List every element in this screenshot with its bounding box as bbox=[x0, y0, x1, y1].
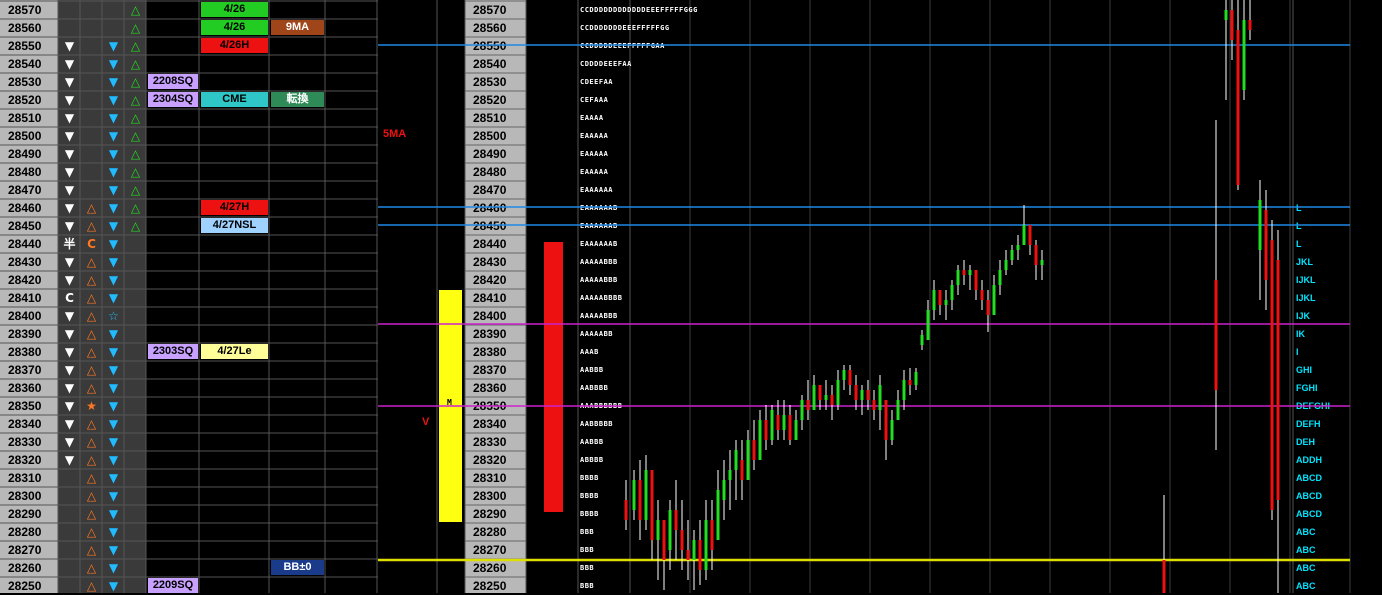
candle-body bbox=[800, 400, 804, 420]
candle-body bbox=[926, 310, 930, 340]
candle-body bbox=[686, 550, 690, 560]
candle-body bbox=[1264, 210, 1268, 280]
candle-body bbox=[1258, 200, 1262, 250]
candle-body bbox=[638, 480, 642, 520]
candle-body bbox=[776, 415, 780, 430]
candle-body bbox=[1034, 245, 1038, 265]
candle-body bbox=[968, 270, 972, 275]
candle-body bbox=[902, 380, 906, 400]
candle-body bbox=[848, 370, 852, 385]
candle-body bbox=[746, 440, 750, 480]
candle-body bbox=[998, 270, 1002, 285]
chart-overlay bbox=[378, 0, 1350, 593]
candle-body bbox=[692, 540, 696, 560]
candle-body bbox=[920, 335, 924, 345]
candle-body bbox=[704, 520, 708, 570]
candle-body bbox=[890, 420, 894, 440]
candle-body bbox=[866, 390, 870, 400]
candle-body bbox=[1022, 225, 1026, 245]
candle-body bbox=[1214, 280, 1218, 390]
candle-body bbox=[716, 490, 720, 540]
candle-body bbox=[842, 370, 846, 380]
candle-body bbox=[740, 460, 744, 480]
candle-body bbox=[794, 420, 798, 440]
candle-body bbox=[1016, 245, 1020, 250]
candle-body bbox=[674, 510, 678, 530]
candle-body bbox=[818, 385, 822, 400]
candle-body bbox=[656, 520, 660, 540]
candle-body bbox=[752, 440, 756, 460]
candle-body bbox=[624, 500, 628, 520]
candle-body bbox=[860, 390, 864, 400]
candle-body bbox=[836, 380, 840, 405]
candle-body bbox=[944, 300, 948, 305]
candle-body bbox=[1242, 20, 1246, 90]
candle-body bbox=[986, 300, 990, 315]
candle-body bbox=[878, 385, 882, 410]
candle-body bbox=[854, 385, 858, 400]
candle-body bbox=[872, 400, 876, 410]
candle-body bbox=[770, 410, 774, 440]
candle-body bbox=[896, 400, 900, 420]
candle-body bbox=[1224, 10, 1228, 20]
candle-body bbox=[764, 420, 768, 440]
candle-body bbox=[1040, 260, 1044, 265]
candle-body bbox=[1276, 260, 1280, 500]
candle-body bbox=[1010, 250, 1014, 260]
candle-body bbox=[650, 470, 654, 540]
candle-body bbox=[1028, 225, 1032, 245]
candle-body bbox=[644, 470, 648, 520]
candle-body bbox=[632, 480, 636, 510]
candle-body bbox=[884, 400, 888, 440]
candle-body bbox=[974, 270, 978, 290]
candle-body bbox=[662, 520, 666, 560]
candle-body bbox=[1162, 560, 1166, 593]
candle-body bbox=[680, 530, 684, 550]
candle-body bbox=[824, 395, 828, 400]
candle-body bbox=[932, 290, 936, 310]
candle-body bbox=[1248, 20, 1252, 30]
candle-body bbox=[728, 470, 732, 480]
candle-body bbox=[908, 380, 912, 385]
candle-body bbox=[788, 415, 792, 440]
candle-body bbox=[812, 385, 816, 410]
candle-body bbox=[1230, 10, 1234, 40]
candle-body bbox=[950, 285, 954, 300]
candle-body bbox=[992, 285, 996, 315]
candle-body bbox=[980, 290, 984, 300]
candle-body bbox=[758, 420, 762, 460]
candle-body bbox=[1270, 240, 1274, 510]
candle-body bbox=[938, 290, 942, 305]
candle-body bbox=[710, 520, 714, 550]
candle-body bbox=[962, 270, 966, 275]
candle-body bbox=[698, 540, 702, 570]
candle-body bbox=[1004, 260, 1008, 270]
candle-body bbox=[722, 480, 726, 500]
candle-body bbox=[668, 510, 672, 550]
candle-body bbox=[914, 372, 918, 385]
candle-body bbox=[956, 270, 960, 285]
candle-body bbox=[782, 415, 786, 430]
candle-body bbox=[734, 450, 738, 470]
candle-body bbox=[806, 400, 810, 410]
candle-body bbox=[830, 395, 834, 405]
candle-body bbox=[1236, 30, 1240, 185]
